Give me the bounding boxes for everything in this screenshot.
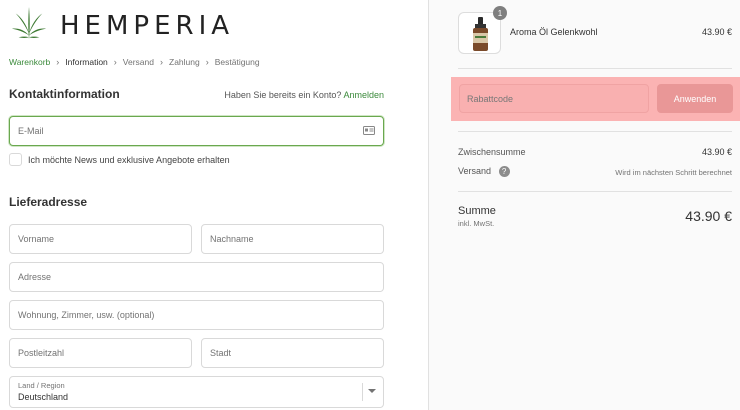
breadcrumb-shipping: Versand bbox=[122, 57, 154, 67]
address-placeholder: Adresse bbox=[18, 272, 52, 282]
shipping-section-title: Lieferadresse bbox=[9, 195, 88, 209]
breadcrumb-payment: Zahlung bbox=[169, 57, 200, 67]
oil-bottle-icon bbox=[473, 17, 488, 51]
discount-code-field[interactable]: Rabattcode bbox=[459, 84, 649, 113]
divider bbox=[458, 68, 732, 69]
chevron-right-icon: › bbox=[56, 57, 60, 67]
newsletter-checkbox[interactable] bbox=[9, 153, 22, 166]
postal-code-placeholder: Postleitzahl bbox=[18, 348, 65, 358]
apply-discount-button[interactable]: Anwenden bbox=[657, 84, 733, 113]
postal-code-field[interactable]: Postleitzahl bbox=[9, 338, 192, 368]
login-prompt: Haben Sie bereits ein Konto? Anmelden bbox=[224, 90, 384, 100]
discount-placeholder: Rabattcode bbox=[467, 93, 514, 104]
breadcrumb-information: Information bbox=[65, 57, 108, 67]
address-field[interactable]: Adresse bbox=[9, 262, 384, 292]
login-link[interactable]: Anmelden bbox=[343, 90, 384, 100]
shipping-row: Versand ? bbox=[458, 166, 510, 178]
hemp-leaf-icon bbox=[10, 5, 48, 48]
order-summary: 1 Aroma Öl Gelenkwohl 43.90 € Rabattcode… bbox=[428, 0, 740, 410]
divider bbox=[458, 131, 732, 132]
apartment-field[interactable]: Wohnung, Zimmer, usw. (optional) bbox=[9, 300, 384, 330]
apartment-placeholder: Wohnung, Zimmer, usw. (optional) bbox=[18, 310, 155, 320]
tax-note: inkl. MwSt. bbox=[458, 219, 495, 228]
brand-logo[interactable]: HEMPERIA bbox=[10, 6, 234, 46]
first-name-field[interactable]: Vorname bbox=[9, 224, 192, 254]
divider bbox=[458, 191, 732, 192]
quantity-badge: 1 bbox=[493, 6, 507, 20]
total-label: Summe bbox=[458, 205, 496, 217]
country-select[interactable]: Land / Region Deutschland bbox=[9, 376, 384, 408]
chevron-right-icon: › bbox=[113, 57, 117, 67]
city-field[interactable]: Stadt bbox=[201, 338, 384, 368]
question-icon[interactable]: ? bbox=[498, 166, 510, 178]
contact-section-title: Kontaktinformation bbox=[9, 87, 120, 101]
last-name-placeholder: Nachname bbox=[210, 234, 254, 244]
contact-card-icon bbox=[363, 122, 375, 140]
email-placeholder: E-Mail bbox=[18, 126, 44, 136]
total-value: 43.90 € bbox=[685, 208, 732, 224]
country-value: Deutschland bbox=[18, 392, 69, 402]
newsletter-option: Ich möchte News und exklusive Angebote e… bbox=[9, 153, 230, 166]
country-label: Land / Region bbox=[18, 381, 65, 390]
chevron-right-icon: › bbox=[205, 57, 209, 67]
product-price: 43.90 € bbox=[701, 27, 732, 37]
last-name-field[interactable]: Nachname bbox=[201, 224, 384, 254]
brand-name: HEMPERIA bbox=[60, 11, 235, 41]
discount-section: Rabattcode Anwenden bbox=[451, 77, 740, 121]
city-placeholder: Stadt bbox=[210, 348, 232, 358]
login-prompt-text: Haben Sie bereits ein Konto? bbox=[224, 90, 342, 100]
chevron-right-icon: › bbox=[160, 57, 163, 67]
email-field[interactable]: E-Mail bbox=[9, 116, 384, 146]
chevron-down-icon bbox=[368, 389, 376, 393]
newsletter-label: Ich möchte News und exklusive Angebote e… bbox=[28, 154, 230, 165]
select-divider bbox=[362, 383, 363, 401]
breadcrumb-confirmation: Bestätigung bbox=[214, 57, 260, 67]
first-name-placeholder: Vorname bbox=[18, 234, 55, 244]
subtotal-value: 43.90 € bbox=[701, 147, 732, 157]
breadcrumb: Warenkorb › Information › Versand › Zahl… bbox=[9, 57, 260, 67]
shipping-label: Versand bbox=[458, 166, 492, 176]
breadcrumb-cart[interactable]: Warenkorb bbox=[9, 57, 50, 67]
product-name: Aroma Öl Gelenkwohl bbox=[510, 27, 598, 37]
subtotal-label: Zwischensumme bbox=[458, 147, 526, 157]
checkout-main: HEMPERIA Warenkorb › Information › Versa… bbox=[0, 0, 428, 410]
shipping-value: Wird im nächsten Schritt berechnet bbox=[615, 168, 732, 177]
